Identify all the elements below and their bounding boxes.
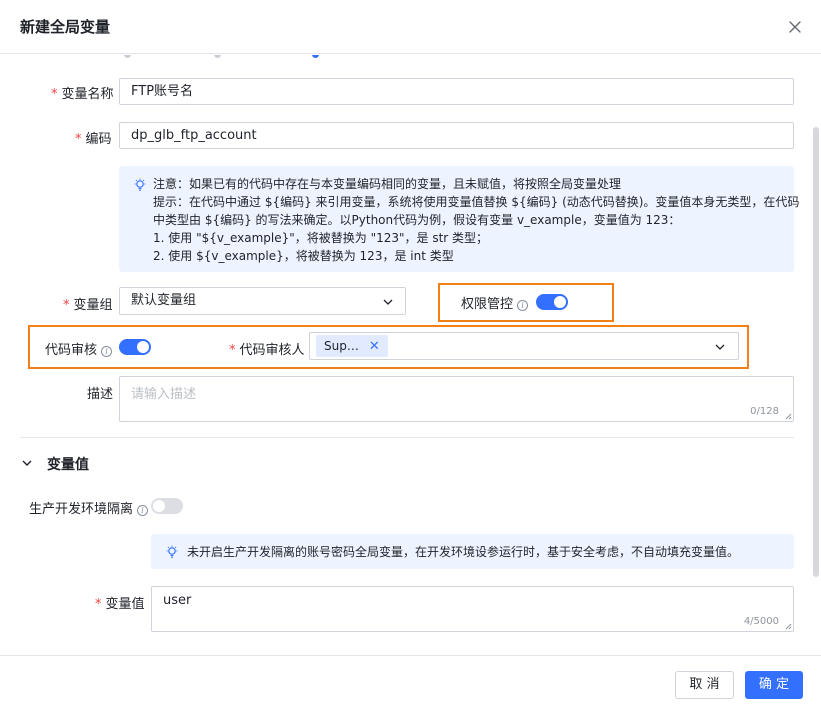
permission-label: 权限管控 i [461,293,529,312]
collapse-chevron-icon[interactable] [21,457,33,469]
description-textarea[interactable]: 请输入描述 0/128 [119,376,794,422]
remove-tag-icon[interactable]: ✕ [369,339,380,354]
variable-value-counter: 4/5000 [743,616,779,627]
variable-value-text: user [163,593,192,608]
notice-line: 1. 使用 "${v_example}"，将被替换为 "123"，是 str 类… [153,231,489,245]
values-section-title: 变量值 [47,457,89,473]
close-icon[interactable] [784,16,806,38]
confirm-button[interactable]: 确 定 [745,671,803,699]
notice-line: 2. 使用 ${v_example}，将被替换为 123，是 int 类型 [153,249,454,263]
notice-line: 中类型由 ${编码} 的写法来确定。以Python代码为例，假设有变量 v_ex… [153,213,681,227]
reviewer-tag: Sup… ✕ [316,335,388,357]
variable-group-value: 默认变量组 [131,293,197,308]
resize-handle-icon[interactable] [784,622,792,630]
resize-handle-icon[interactable] [784,412,792,420]
code-input[interactable]: dp_glb_ftp_account [119,122,794,149]
description-label: 描述 [87,387,114,402]
dialog-footer: 取 消 确 定 [0,655,821,711]
isolation-notice: 未开启生产开发隔离的账号密码全局变量，在开发环境设参运行时，基于安全考虑，不自动… [151,534,794,569]
description-placeholder: 请输入描述 [131,387,197,402]
variable-group-label: * 变量组 [63,298,113,313]
notice-line: 注意：如果已有的代码中存在与本变量编码相同的变量，且未赋值，将按照全局变量处理 [153,177,622,191]
notice-line: 提示：在代码中通过 ${编码} 来引用变量，系统将使用变量值替换 ${编码} (… [153,195,800,209]
toggle-knob [137,341,149,353]
scrollbar[interactable] [812,55,820,655]
isolation-notice-text: 未开启生产开发隔离的账号密码全局变量，在开发环境设参运行时，基于安全考虑，不自动… [187,545,740,559]
code-review-label: 代码审核 i [45,339,113,358]
code-label: * 编码 [75,132,112,147]
code-review-toggle[interactable] [119,339,151,355]
code-reviewer-label: * 代码审核人 [229,343,305,358]
code-notice-text: 注意：如果已有的代码中存在与本变量编码相同的变量，且未赋值，将按照全局变量处理 … [153,175,799,265]
variable-name-input[interactable]: FTP账号名 [119,78,794,105]
variable-value-label: * 变量值 [95,597,145,612]
variable-group-select[interactable]: 默认变量组 [119,287,406,315]
info-icon: i [137,505,149,516]
section-divider [20,437,794,438]
variable-value-textarea[interactable]: user 4/5000 [151,586,794,632]
permission-toggle[interactable] [536,294,568,310]
lightbulb-icon [134,178,146,191]
variable-name-label: * 变量名称 [51,87,114,102]
lightbulb-icon [166,545,178,558]
isolation-label: 生产开发环境隔离 i [29,498,149,517]
isolation-toggle[interactable] [151,498,183,514]
cancel-button[interactable]: 取 消 [675,671,734,699]
info-icon: i [101,346,113,357]
toggle-knob [153,500,165,512]
toggle-knob [554,296,566,308]
chevron-down-icon [383,299,393,305]
new-global-variable-dialog: 新建全局变量 * 变量名称 FTP账号名 * 编码 dp_glb_ftp_accou… [0,0,821,711]
reviewer-tag-label: Sup… [324,339,359,353]
code-notice: 注意：如果已有的代码中存在与本变量编码相同的变量，且未赋值，将按照全局变量处理 … [119,166,799,272]
scrolled-step-dot [124,55,131,58]
info-icon: i [517,300,529,311]
scrolled-step-dot [214,55,221,58]
dialog-body: * 变量名称 FTP账号名 * 编码 dp_glb_ftp_account 注意：如… [0,55,821,655]
scrollbar-thumb[interactable] [813,127,819,577]
scrolled-step-dot [312,55,319,58]
chevron-down-icon [715,344,725,350]
dialog-title: 新建全局变量 [20,18,111,36]
dialog-header: 新建全局变量 [0,0,821,54]
description-counter: 0/128 [750,406,779,417]
